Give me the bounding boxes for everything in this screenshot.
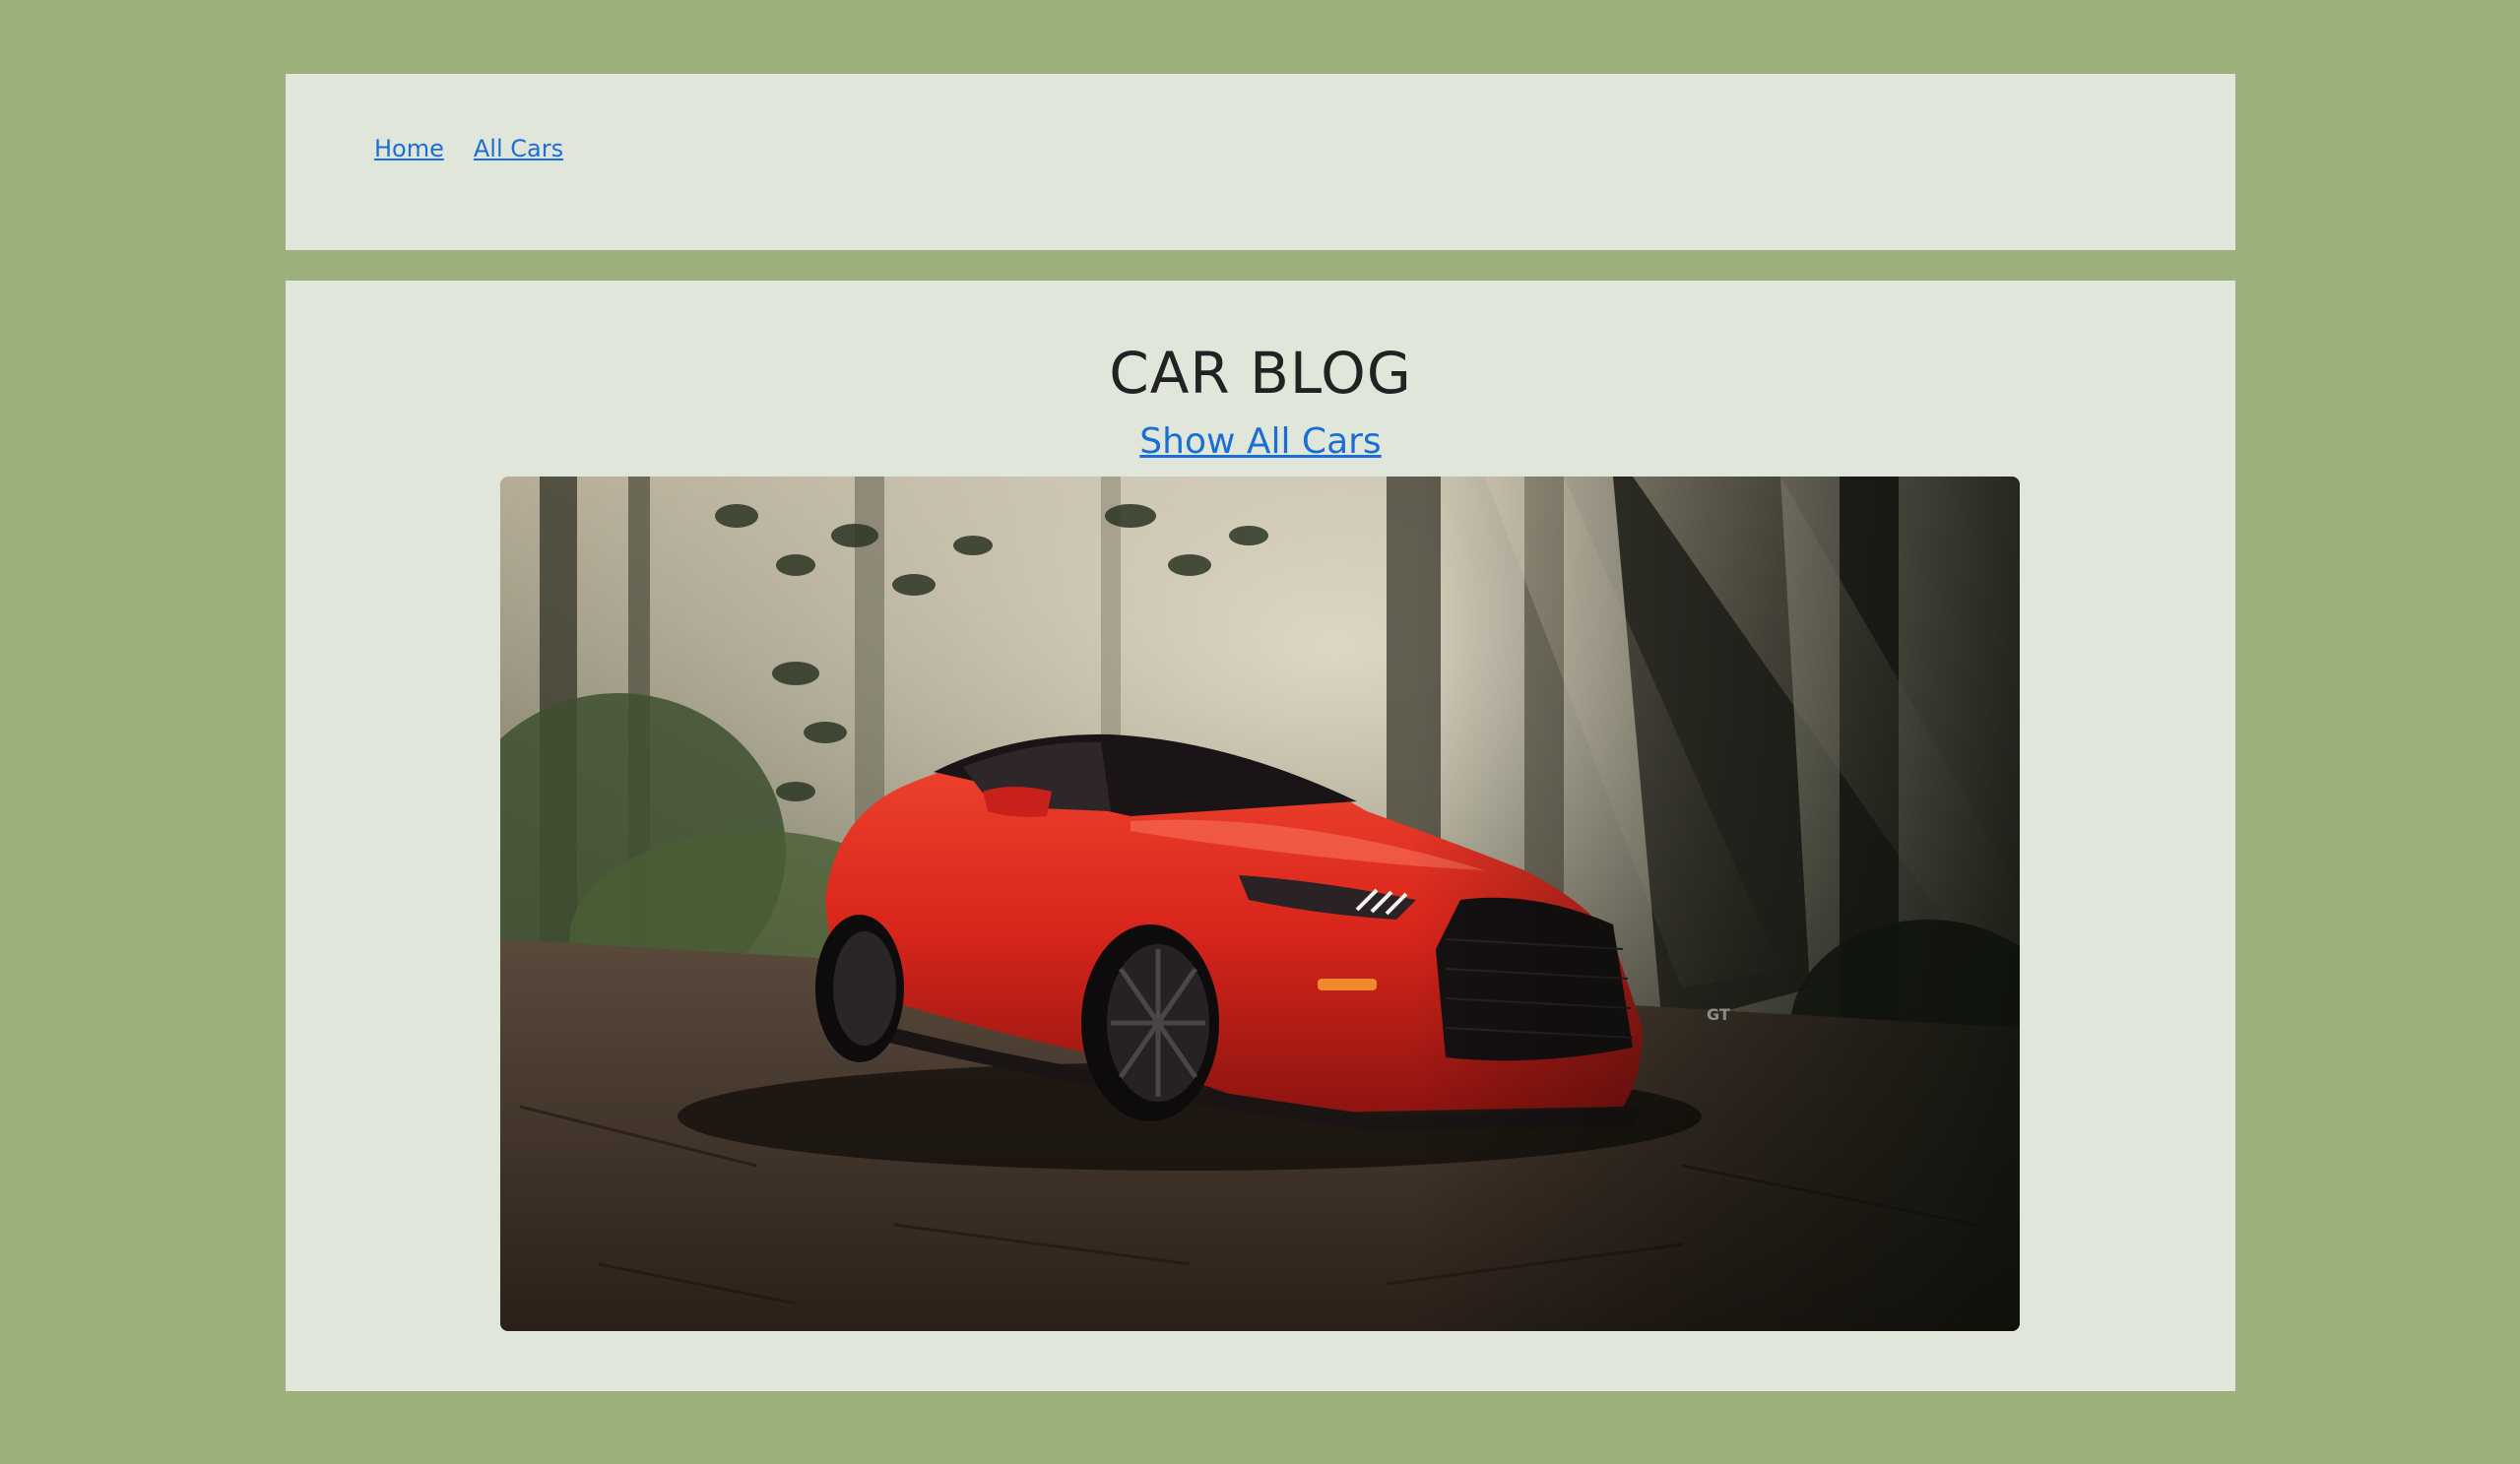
hero-image: GT xyxy=(500,477,2020,1331)
main-content: CAR BLOG Show All Cars xyxy=(286,281,2235,1391)
car-in-forest-image: GT xyxy=(500,477,2020,1331)
show-all-wrapper: Show All Cars xyxy=(286,421,2235,462)
show-all-cars-link[interactable]: Show All Cars xyxy=(1139,421,1381,462)
page-title: CAR BLOG xyxy=(1109,340,1412,407)
nav-link-all-cars[interactable]: All Cars xyxy=(474,135,563,162)
top-navigation: Home All Cars xyxy=(286,74,2235,250)
nav-links: Home All Cars xyxy=(374,135,563,162)
nav-link-home[interactable]: Home xyxy=(374,135,444,162)
